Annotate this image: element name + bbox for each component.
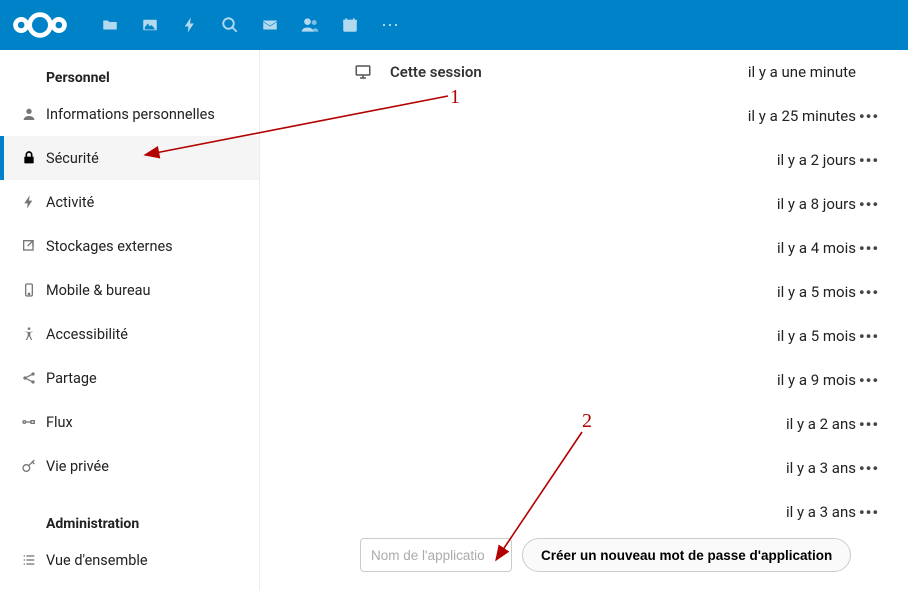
sidebar-item-personal-info[interactable]: Informations personnelles — [0, 92, 259, 136]
session-more-icon[interactable]: ••• — [856, 371, 882, 390]
session-row: il y a 4 mois••• — [260, 226, 908, 270]
privacy-icon — [14, 458, 44, 474]
session-row: il y a 2 ans••• — [260, 402, 908, 446]
sidebar-item-security[interactable]: Sécurité — [0, 136, 259, 180]
topbar: ⋯ — [0, 0, 908, 50]
session-row: il y a 3 ans••• — [260, 446, 908, 490]
session-more-icon[interactable]: ••• — [856, 327, 882, 346]
sidebar-item-label: Sécurité — [44, 150, 99, 167]
session-more-icon[interactable]: ••• — [856, 283, 882, 302]
sidebar-item-label: Vue d'ensemble — [44, 552, 148, 569]
activity-icon[interactable] — [170, 0, 210, 50]
sidebar-item-label: Informations personnelles — [44, 106, 215, 123]
sidebar-item-privacy[interactable]: Vie privée — [0, 444, 259, 488]
gallery-icon[interactable] — [130, 0, 170, 50]
search-icon[interactable] — [210, 0, 250, 50]
session-time: il y a 5 mois — [696, 283, 856, 301]
session-more-icon[interactable]: ••• — [856, 107, 882, 126]
session-time: il y a 8 jours — [696, 195, 856, 213]
sidebar-item-overview[interactable]: Vue d'ensemble — [0, 538, 259, 582]
accessibility-icon — [14, 326, 44, 342]
session-row: il y a 3 ans••• — [260, 490, 908, 534]
session-more-icon[interactable]: ••• — [856, 415, 882, 434]
sidebar-section-personal: Personnel — [0, 60, 259, 92]
sidebar-item-label: Stockages externes — [44, 238, 173, 255]
session-row: il y a 5 mois••• — [260, 270, 908, 314]
more-icon[interactable]: ⋯ — [370, 0, 410, 50]
session-time: il y a 2 ans — [696, 415, 856, 433]
session-time: il y a 2 jours — [696, 151, 856, 169]
session-more-icon[interactable]: ••• — [856, 195, 882, 214]
sidebar-item-label: Activité — [44, 194, 94, 211]
contacts-icon[interactable] — [290, 0, 330, 50]
activity-icon — [14, 194, 44, 210]
session-list: Cette session il y a une minute il y a 25… — [260, 50, 908, 534]
app-name-input[interactable] — [360, 538, 512, 572]
main-content: Cette session il y a une minute il y a 25… — [260, 50, 908, 590]
sidebar-item-flow[interactable]: Flux — [0, 400, 259, 444]
flow-icon — [14, 414, 44, 430]
session-more-icon[interactable]: ••• — [856, 503, 882, 522]
files-icon[interactable] — [90, 0, 130, 50]
sidebar-item-label: Vie privée — [44, 458, 109, 475]
sidebar-item-label: Partage — [44, 370, 97, 387]
sidebar-item-mobile[interactable]: Mobile & bureau — [0, 268, 259, 312]
logo[interactable] — [10, 9, 70, 41]
overview-icon — [14, 552, 44, 568]
sidebar-item-label: Mobile & bureau — [44, 282, 151, 299]
sidebar-item-external-storage[interactable]: Stockages externes — [0, 224, 259, 268]
mobile-icon — [14, 282, 44, 298]
session-time: il y a 4 mois — [696, 239, 856, 257]
session-row: il y a 2 jours••• — [260, 138, 908, 182]
lock-icon — [14, 150, 44, 166]
desktop-icon — [350, 63, 376, 81]
sidebar-item-label: Flux — [44, 414, 73, 431]
session-row: il y a 25 minutes••• — [260, 94, 908, 138]
session-time: il y a 25 minutes — [696, 107, 856, 125]
session-row: il y a 8 jours••• — [260, 182, 908, 226]
session-time: il y a 5 mois — [696, 327, 856, 345]
session-name: Cette session — [390, 63, 482, 81]
session-row: Cette session il y a une minute — [260, 50, 908, 94]
session-more-icon[interactable]: ••• — [856, 459, 882, 478]
user-icon — [14, 106, 44, 122]
sidebar-item-share[interactable]: Partage — [0, 356, 259, 400]
calendar-icon[interactable] — [330, 0, 370, 50]
sidebar-item-activity[interactable]: Activité — [0, 180, 259, 224]
share-icon — [14, 370, 44, 386]
session-row: il y a 5 mois••• — [260, 314, 908, 358]
top-nav: ⋯ — [90, 0, 410, 50]
sidebar-item-accessibility[interactable]: Accessibilité — [0, 312, 259, 356]
session-time: il y a 3 ans — [696, 503, 856, 521]
session-more-icon[interactable]: ••• — [856, 151, 882, 170]
sidebar: Personnel Informations personnelles Sécu… — [0, 50, 260, 590]
session-time: il y a 3 ans — [696, 459, 856, 477]
session-row: il y a 9 mois••• — [260, 358, 908, 402]
app-password-form: Créer un nouveau mot de passe d'applicat… — [360, 538, 851, 572]
session-time: il y a une minute — [696, 63, 856, 81]
session-time: il y a 9 mois — [696, 371, 856, 389]
mail-icon[interactable] — [250, 0, 290, 50]
create-app-password-button[interactable]: Créer un nouveau mot de passe d'applicat… — [522, 538, 851, 572]
sidebar-item-label: Accessibilité — [44, 326, 128, 343]
session-more-icon[interactable]: ••• — [856, 239, 882, 258]
external-icon — [14, 238, 44, 254]
sidebar-section-admin: Administration — [0, 506, 259, 538]
